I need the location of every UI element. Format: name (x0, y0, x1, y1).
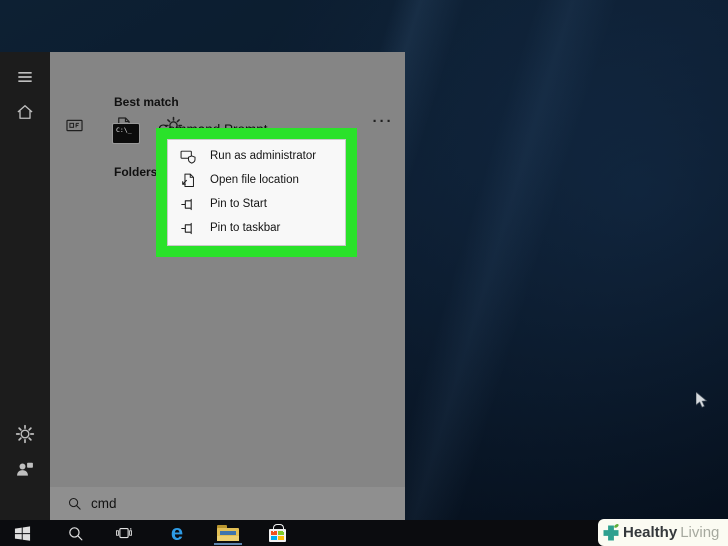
search-results-panel: ··· Best match C:\_ Command Prompt App F… (50, 52, 405, 520)
start-search-sidebar (0, 52, 50, 520)
store-button[interactable] (259, 520, 295, 546)
file-explorer-icon (217, 525, 239, 541)
search-input[interactable] (91, 496, 351, 511)
edge-icon: e (171, 522, 183, 544)
start-button[interactable] (4, 520, 40, 546)
edge-button[interactable]: e (159, 520, 195, 546)
run-as-admin-icon (180, 148, 197, 165)
menu-item-open-file-location[interactable]: Open file location (168, 168, 345, 192)
more-filters-button[interactable]: ··· (368, 110, 398, 134)
hamburger-icon (15, 67, 35, 87)
menu-item-label: Pin to taskbar (210, 222, 280, 234)
pin-icon (180, 196, 197, 213)
search-icon (67, 525, 84, 542)
user-account-icon (15, 459, 35, 479)
green-highlight-box: Run as administrator Open file location … (156, 128, 357, 257)
desktop-wallpaper[interactable]: ··· Best match C:\_ Command Prompt App F… (0, 0, 728, 546)
file-explorer-active-indicator (214, 543, 242, 545)
command-prompt-icon: C:\_ (112, 123, 140, 144)
healthy-living-watermark: Healthy Living (598, 519, 728, 546)
search-icon (67, 496, 82, 511)
open-file-location-icon (180, 172, 197, 189)
taskbar-search-button[interactable] (57, 520, 93, 546)
menu-item-label: Pin to Start (210, 198, 267, 210)
menu-item-label: Open file location (210, 174, 299, 186)
health-cross-icon (601, 523, 621, 543)
menu-item-label: Run as administrator (210, 150, 316, 162)
search-bar[interactable] (50, 487, 405, 520)
pin-icon (180, 220, 197, 237)
account-button[interactable] (11, 455, 39, 483)
hamburger-menu-button[interactable] (11, 63, 39, 91)
watermark-bold-text: Healthy (623, 524, 677, 541)
settings-button[interactable] (11, 420, 39, 448)
best-match-header: Best match (114, 95, 179, 109)
home-button[interactable] (11, 98, 39, 126)
context-menu: Run as administrator Open file location … (167, 139, 346, 246)
menu-item-pin-to-start[interactable]: Pin to Start (168, 192, 345, 216)
menu-item-run-as-administrator[interactable]: Run as administrator (168, 144, 345, 168)
mouse-cursor-icon (696, 392, 708, 409)
windows-logo-icon (14, 525, 31, 542)
store-icon (269, 529, 286, 542)
task-view-button[interactable] (106, 520, 142, 546)
watermark-light-text: Living (680, 524, 719, 541)
gear-icon (15, 424, 35, 444)
home-icon (15, 102, 35, 122)
menu-item-pin-to-taskbar[interactable]: Pin to taskbar (168, 216, 345, 240)
task-view-icon (115, 524, 133, 542)
